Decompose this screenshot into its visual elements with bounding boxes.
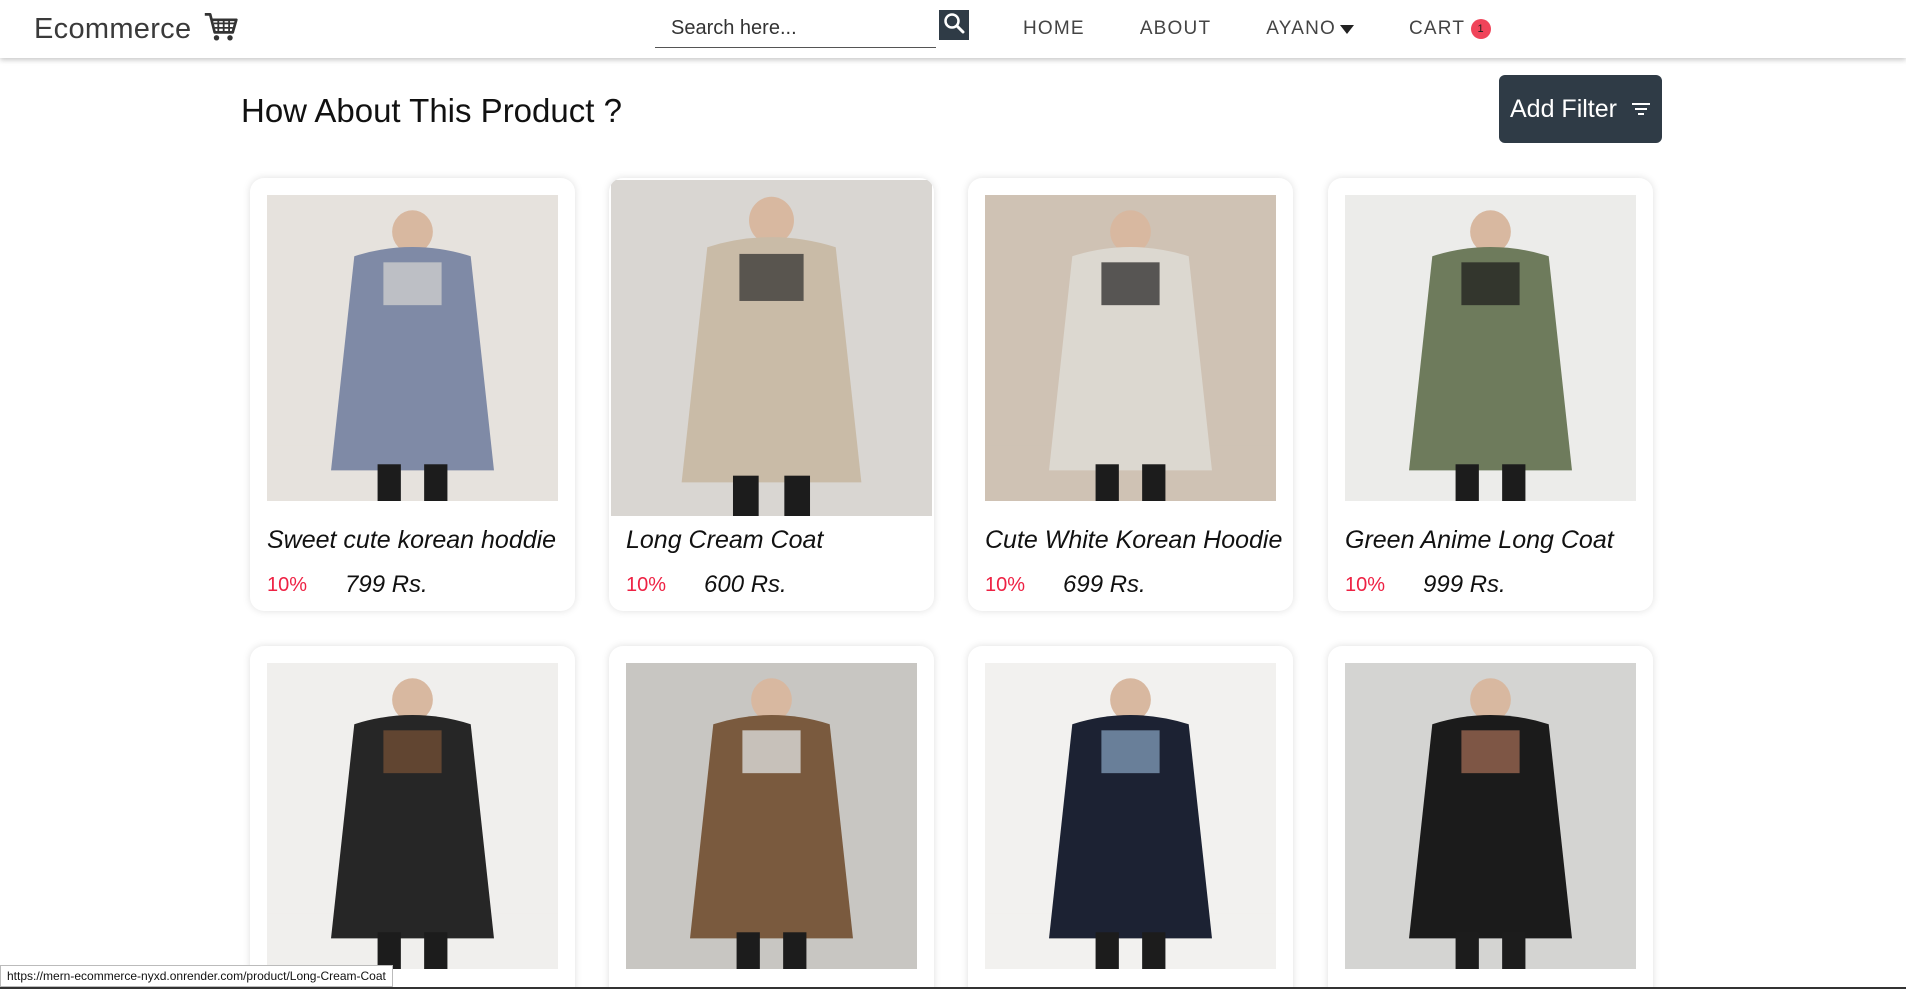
product-image[interactable] <box>267 663 558 969</box>
product-card[interactable]: Long Cream Coat 10% 600 Rs. <box>609 178 934 611</box>
add-filter-button[interactable]: Add Filter <box>1499 75 1662 143</box>
product-image[interactable] <box>985 663 1276 969</box>
shopping-cart-icon <box>203 10 239 49</box>
search-button[interactable] <box>939 10 969 40</box>
search-input[interactable] <box>655 10 936 48</box>
brand[interactable]: Ecommerce <box>34 10 239 49</box>
product-card[interactable]: Cute White Korean Hoodie 10% 699 Rs. <box>968 178 1293 611</box>
product-image[interactable] <box>267 195 558 501</box>
nav-home[interactable]: HOME <box>1023 18 1085 40</box>
product-image[interactable] <box>1345 663 1636 969</box>
product-card[interactable]: Green Anime Long Coat 10% 999 Rs. <box>1328 178 1653 611</box>
nav-cart[interactable]: CART 1 <box>1408 18 1492 40</box>
nav-user-menu[interactable]: AYANO <box>1266 18 1354 40</box>
product-discount: 10% <box>626 574 667 596</box>
product-price: 699 Rs. <box>1063 571 1146 598</box>
product-name[interactable]: Long Cream Coat <box>626 526 823 555</box>
product-card[interactable] <box>609 646 934 989</box>
product-image[interactable] <box>1345 195 1636 501</box>
product-image[interactable] <box>985 195 1276 501</box>
cart-count-badge: 1 <box>1471 19 1492 39</box>
filter-icon <box>1631 95 1651 124</box>
search-icon <box>943 12 965 39</box>
product-discount: 10% <box>1345 574 1386 596</box>
nav-about[interactable]: ABOUT <box>1140 18 1211 40</box>
product-price: 999 Rs. <box>1423 571 1506 598</box>
product-image[interactable] <box>626 663 917 969</box>
product-name[interactable]: Cute White Korean Hoodie <box>985 526 1282 555</box>
caret-down-icon <box>1339 24 1354 34</box>
page-title: How About This Product ? <box>241 92 622 129</box>
nav-links: HOME ABOUT AYANO CART 1 <box>1023 18 1546 40</box>
navbar: Ecommerce HOME ABOUT AYANO <box>0 0 1906 58</box>
product-price: 600 Rs. <box>704 571 787 598</box>
product-image[interactable] <box>611 180 932 516</box>
product-name[interactable]: Sweet cute korean hoddie <box>267 526 556 555</box>
search-bar <box>655 10 970 50</box>
cart-label: CART <box>1408 18 1466 39</box>
user-name: AYANO <box>1266 18 1336 39</box>
filter-label: Add Filter <box>1510 94 1617 123</box>
product-name[interactable]: Green Anime Long Coat <box>1345 526 1614 555</box>
brand-name[interactable]: Ecommerce <box>34 13 191 46</box>
product-discount: 10% <box>267 574 308 596</box>
product-card[interactable] <box>968 646 1293 989</box>
product-price: 799 Rs. <box>345 571 428 598</box>
link-status-bar: https://mern-ecommerce-nyxd.onrender.com… <box>0 965 393 987</box>
product-card[interactable]: Sweet cute korean hoddie 10% 799 Rs. <box>250 178 575 611</box>
product-card[interactable] <box>1328 646 1653 989</box>
product-card[interactable] <box>250 646 575 989</box>
product-discount: 10% <box>985 574 1026 596</box>
